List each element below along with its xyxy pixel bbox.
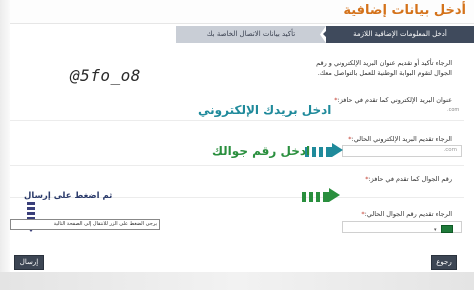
submit-button[interactable]: إرسال [14,255,44,270]
email-on-file-label: عنوان البريد الإلكتروني كما تقدم في حافز… [334,96,452,104]
back-button[interactable]: رجوع [431,255,457,270]
wizard-step-arrow [323,26,331,42]
page-header: أدخل بيانات إضافية [0,0,474,24]
left-edge-shadow [0,0,10,290]
current-email-field[interactable]: .com [342,145,462,157]
current-phone-label: الرجاء تقديم رقم الجوال الحالي:* [361,210,452,218]
watermark: @5fo_o8 [70,66,141,85]
phone-on-file-label: رقم الجوال كما تقدم في حافز:* [365,175,452,183]
tooltip: يرجى الضغط على الزر للانتقال إلى الصفحة … [10,219,160,230]
field-divider [10,120,464,121]
footer-band [0,272,474,290]
chevron-down-icon[interactable]: ▾ [434,227,437,233]
email-on-file-value: .com [447,107,460,113]
current-email-value: .com [443,147,458,153]
wizard-steps: تأكيد بيانات الاتصال الخاصة بك أدخل المع… [176,26,474,43]
right-arrow-icon [305,143,345,159]
intro-text: الرجاء تأكيد أو تقديم عنوان البريد الإلك… [316,59,452,77]
wizard-step-confirm-contact[interactable]: تأكيد بيانات الاتصال الخاصة بك [176,26,326,43]
page-title: أدخل بيانات إضافية [343,3,466,18]
annotation-enter-email: ادخل بريدك الإلكتروني [198,103,332,117]
wizard-step-additional-info[interactable]: أدخل المعلومات الإضافية اللازمة [326,26,474,43]
current-phone-label-text: الرجاء تقديم رقم الجوال الحالي: [364,210,452,218]
saudi-flag-icon[interactable] [441,225,453,233]
field-divider [10,165,464,166]
header-divider [0,23,474,24]
contact-form: الرجاء تأكيد أو تقديم عنوان البريد الإلك… [10,44,464,276]
right-arrow-icon [302,188,342,204]
annotation-then-press-submit: ثم اضغط على إرسال [24,191,113,201]
current-email-label: الرجاء تقديم البريد الإلكتروني الحالي:* [348,135,452,143]
current-email-label-text: الرجاء تقديم البريد الإلكتروني الحالي: [351,135,452,143]
email-on-file-label-text: عنوان البريد الإلكتروني كما تقدم في حافز… [337,96,453,104]
phone-on-file-label-text: رقم الجوال كما تقدم في حافز: [368,175,452,183]
annotation-enter-phone: ادخل رقم جوالك [212,144,311,158]
